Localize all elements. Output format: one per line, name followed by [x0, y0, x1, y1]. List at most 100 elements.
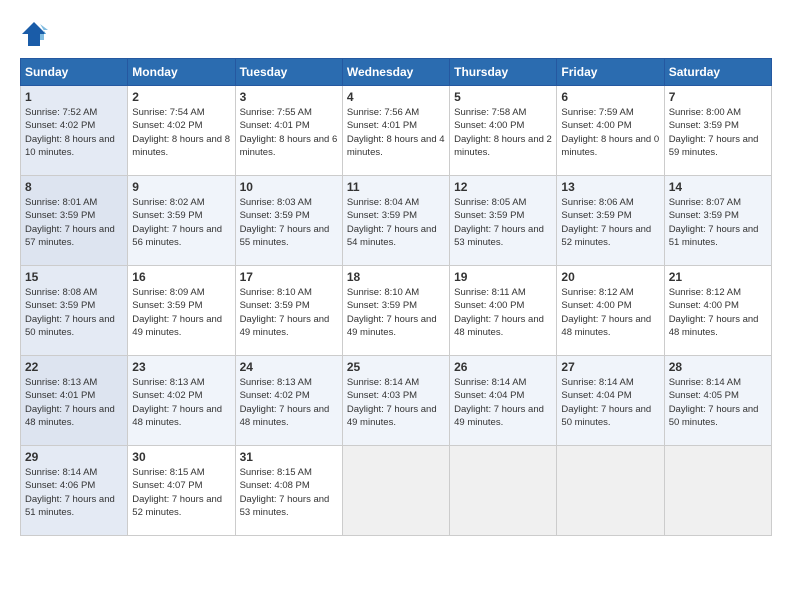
day-number: 2: [132, 90, 230, 104]
day-number: 7: [669, 90, 767, 104]
day-detail: Sunrise: 8:03 AM Sunset: 3:59 PM Dayligh…: [240, 196, 338, 249]
calendar-cell: [450, 446, 557, 536]
day-detail: Sunrise: 8:13 AM Sunset: 4:02 PM Dayligh…: [132, 376, 230, 429]
day-detail: Sunrise: 7:54 AM Sunset: 4:02 PM Dayligh…: [132, 106, 230, 159]
day-detail: Sunrise: 8:09 AM Sunset: 3:59 PM Dayligh…: [132, 286, 230, 339]
calendar-cell: 24 Sunrise: 8:13 AM Sunset: 4:02 PM Dayl…: [235, 356, 342, 446]
page-header: [20, 20, 772, 48]
day-detail: Sunrise: 8:14 AM Sunset: 4:03 PM Dayligh…: [347, 376, 445, 429]
calendar-cell: [342, 446, 449, 536]
day-detail: Sunrise: 8:10 AM Sunset: 3:59 PM Dayligh…: [240, 286, 338, 339]
day-header-friday: Friday: [557, 59, 664, 86]
calendar-cell: 6 Sunrise: 7:59 AM Sunset: 4:00 PM Dayli…: [557, 86, 664, 176]
day-number: 24: [240, 360, 338, 374]
day-detail: Sunrise: 8:08 AM Sunset: 3:59 PM Dayligh…: [25, 286, 123, 339]
calendar-cell: 7 Sunrise: 8:00 AM Sunset: 3:59 PM Dayli…: [664, 86, 771, 176]
day-detail: Sunrise: 7:52 AM Sunset: 4:02 PM Dayligh…: [25, 106, 123, 159]
calendar-cell: 20 Sunrise: 8:12 AM Sunset: 4:00 PM Dayl…: [557, 266, 664, 356]
day-number: 17: [240, 270, 338, 284]
day-detail: Sunrise: 7:55 AM Sunset: 4:01 PM Dayligh…: [240, 106, 338, 159]
day-number: 6: [561, 90, 659, 104]
day-detail: Sunrise: 7:56 AM Sunset: 4:01 PM Dayligh…: [347, 106, 445, 159]
day-header-thursday: Thursday: [450, 59, 557, 86]
logo: [20, 20, 52, 48]
calendar-cell: 22 Sunrise: 8:13 AM Sunset: 4:01 PM Dayl…: [21, 356, 128, 446]
day-number: 30: [132, 450, 230, 464]
calendar-cell: 18 Sunrise: 8:10 AM Sunset: 3:59 PM Dayl…: [342, 266, 449, 356]
day-detail: Sunrise: 8:11 AM Sunset: 4:00 PM Dayligh…: [454, 286, 552, 339]
day-detail: Sunrise: 8:00 AM Sunset: 3:59 PM Dayligh…: [669, 106, 767, 159]
day-detail: Sunrise: 8:14 AM Sunset: 4:05 PM Dayligh…: [669, 376, 767, 429]
day-header-sunday: Sunday: [21, 59, 128, 86]
calendar-cell: 4 Sunrise: 7:56 AM Sunset: 4:01 PM Dayli…: [342, 86, 449, 176]
day-number: 19: [454, 270, 552, 284]
calendar-cell: 11 Sunrise: 8:04 AM Sunset: 3:59 PM Dayl…: [342, 176, 449, 266]
calendar-cell: 30 Sunrise: 8:15 AM Sunset: 4:07 PM Dayl…: [128, 446, 235, 536]
calendar-header-row: SundayMondayTuesdayWednesdayThursdayFrid…: [21, 59, 772, 86]
day-number: 31: [240, 450, 338, 464]
calendar-cell: 15 Sunrise: 8:08 AM Sunset: 3:59 PM Dayl…: [21, 266, 128, 356]
calendar-cell: 27 Sunrise: 8:14 AM Sunset: 4:04 PM Dayl…: [557, 356, 664, 446]
day-number: 8: [25, 180, 123, 194]
day-number: 5: [454, 90, 552, 104]
calendar-cell: 21 Sunrise: 8:12 AM Sunset: 4:00 PM Dayl…: [664, 266, 771, 356]
day-number: 13: [561, 180, 659, 194]
day-detail: Sunrise: 8:06 AM Sunset: 3:59 PM Dayligh…: [561, 196, 659, 249]
day-detail: Sunrise: 8:14 AM Sunset: 4:04 PM Dayligh…: [454, 376, 552, 429]
calendar-cell: 29 Sunrise: 8:14 AM Sunset: 4:06 PM Dayl…: [21, 446, 128, 536]
calendar-week-row: 1 Sunrise: 7:52 AM Sunset: 4:02 PM Dayli…: [21, 86, 772, 176]
day-detail: Sunrise: 8:13 AM Sunset: 4:01 PM Dayligh…: [25, 376, 123, 429]
calendar-cell: 10 Sunrise: 8:03 AM Sunset: 3:59 PM Dayl…: [235, 176, 342, 266]
day-detail: Sunrise: 8:05 AM Sunset: 3:59 PM Dayligh…: [454, 196, 552, 249]
calendar-cell: 31 Sunrise: 8:15 AM Sunset: 4:08 PM Dayl…: [235, 446, 342, 536]
day-number: 9: [132, 180, 230, 194]
day-number: 21: [669, 270, 767, 284]
calendar-cell: 3 Sunrise: 7:55 AM Sunset: 4:01 PM Dayli…: [235, 86, 342, 176]
calendar-cell: 8 Sunrise: 8:01 AM Sunset: 3:59 PM Dayli…: [21, 176, 128, 266]
calendar-cell: 23 Sunrise: 8:13 AM Sunset: 4:02 PM Dayl…: [128, 356, 235, 446]
day-number: 1: [25, 90, 123, 104]
day-detail: Sunrise: 7:58 AM Sunset: 4:00 PM Dayligh…: [454, 106, 552, 159]
day-number: 18: [347, 270, 445, 284]
calendar-cell: 14 Sunrise: 8:07 AM Sunset: 3:59 PM Dayl…: [664, 176, 771, 266]
day-detail: Sunrise: 8:10 AM Sunset: 3:59 PM Dayligh…: [347, 286, 445, 339]
calendar-cell: 12 Sunrise: 8:05 AM Sunset: 3:59 PM Dayl…: [450, 176, 557, 266]
calendar-week-row: 8 Sunrise: 8:01 AM Sunset: 3:59 PM Dayli…: [21, 176, 772, 266]
calendar-cell: [664, 446, 771, 536]
day-detail: Sunrise: 8:07 AM Sunset: 3:59 PM Dayligh…: [669, 196, 767, 249]
calendar-cell: [557, 446, 664, 536]
day-number: 20: [561, 270, 659, 284]
day-detail: Sunrise: 8:15 AM Sunset: 4:08 PM Dayligh…: [240, 466, 338, 519]
calendar-cell: 19 Sunrise: 8:11 AM Sunset: 4:00 PM Dayl…: [450, 266, 557, 356]
day-detail: Sunrise: 8:01 AM Sunset: 3:59 PM Dayligh…: [25, 196, 123, 249]
day-number: 4: [347, 90, 445, 104]
logo-icon: [20, 20, 48, 48]
calendar-cell: 28 Sunrise: 8:14 AM Sunset: 4:05 PM Dayl…: [664, 356, 771, 446]
day-detail: Sunrise: 8:15 AM Sunset: 4:07 PM Dayligh…: [132, 466, 230, 519]
day-detail: Sunrise: 8:02 AM Sunset: 3:59 PM Dayligh…: [132, 196, 230, 249]
calendar-week-row: 29 Sunrise: 8:14 AM Sunset: 4:06 PM Dayl…: [21, 446, 772, 536]
day-number: 15: [25, 270, 123, 284]
calendar-cell: 25 Sunrise: 8:14 AM Sunset: 4:03 PM Dayl…: [342, 356, 449, 446]
day-detail: Sunrise: 8:04 AM Sunset: 3:59 PM Dayligh…: [347, 196, 445, 249]
day-header-tuesday: Tuesday: [235, 59, 342, 86]
calendar-week-row: 22 Sunrise: 8:13 AM Sunset: 4:01 PM Dayl…: [21, 356, 772, 446]
day-number: 12: [454, 180, 552, 194]
day-detail: Sunrise: 8:14 AM Sunset: 4:04 PM Dayligh…: [561, 376, 659, 429]
day-detail: Sunrise: 8:12 AM Sunset: 4:00 PM Dayligh…: [669, 286, 767, 339]
day-number: 29: [25, 450, 123, 464]
day-header-saturday: Saturday: [664, 59, 771, 86]
day-number: 3: [240, 90, 338, 104]
day-number: 27: [561, 360, 659, 374]
calendar-cell: 26 Sunrise: 8:14 AM Sunset: 4:04 PM Dayl…: [450, 356, 557, 446]
calendar-cell: 17 Sunrise: 8:10 AM Sunset: 3:59 PM Dayl…: [235, 266, 342, 356]
day-detail: Sunrise: 7:59 AM Sunset: 4:00 PM Dayligh…: [561, 106, 659, 159]
calendar-cell: 1 Sunrise: 7:52 AM Sunset: 4:02 PM Dayli…: [21, 86, 128, 176]
calendar-table: SundayMondayTuesdayWednesdayThursdayFrid…: [20, 58, 772, 536]
day-number: 28: [669, 360, 767, 374]
day-detail: Sunrise: 8:12 AM Sunset: 4:00 PM Dayligh…: [561, 286, 659, 339]
day-detail: Sunrise: 8:14 AM Sunset: 4:06 PM Dayligh…: [25, 466, 123, 519]
day-number: 11: [347, 180, 445, 194]
day-detail: Sunrise: 8:13 AM Sunset: 4:02 PM Dayligh…: [240, 376, 338, 429]
calendar-cell: 2 Sunrise: 7:54 AM Sunset: 4:02 PM Dayli…: [128, 86, 235, 176]
